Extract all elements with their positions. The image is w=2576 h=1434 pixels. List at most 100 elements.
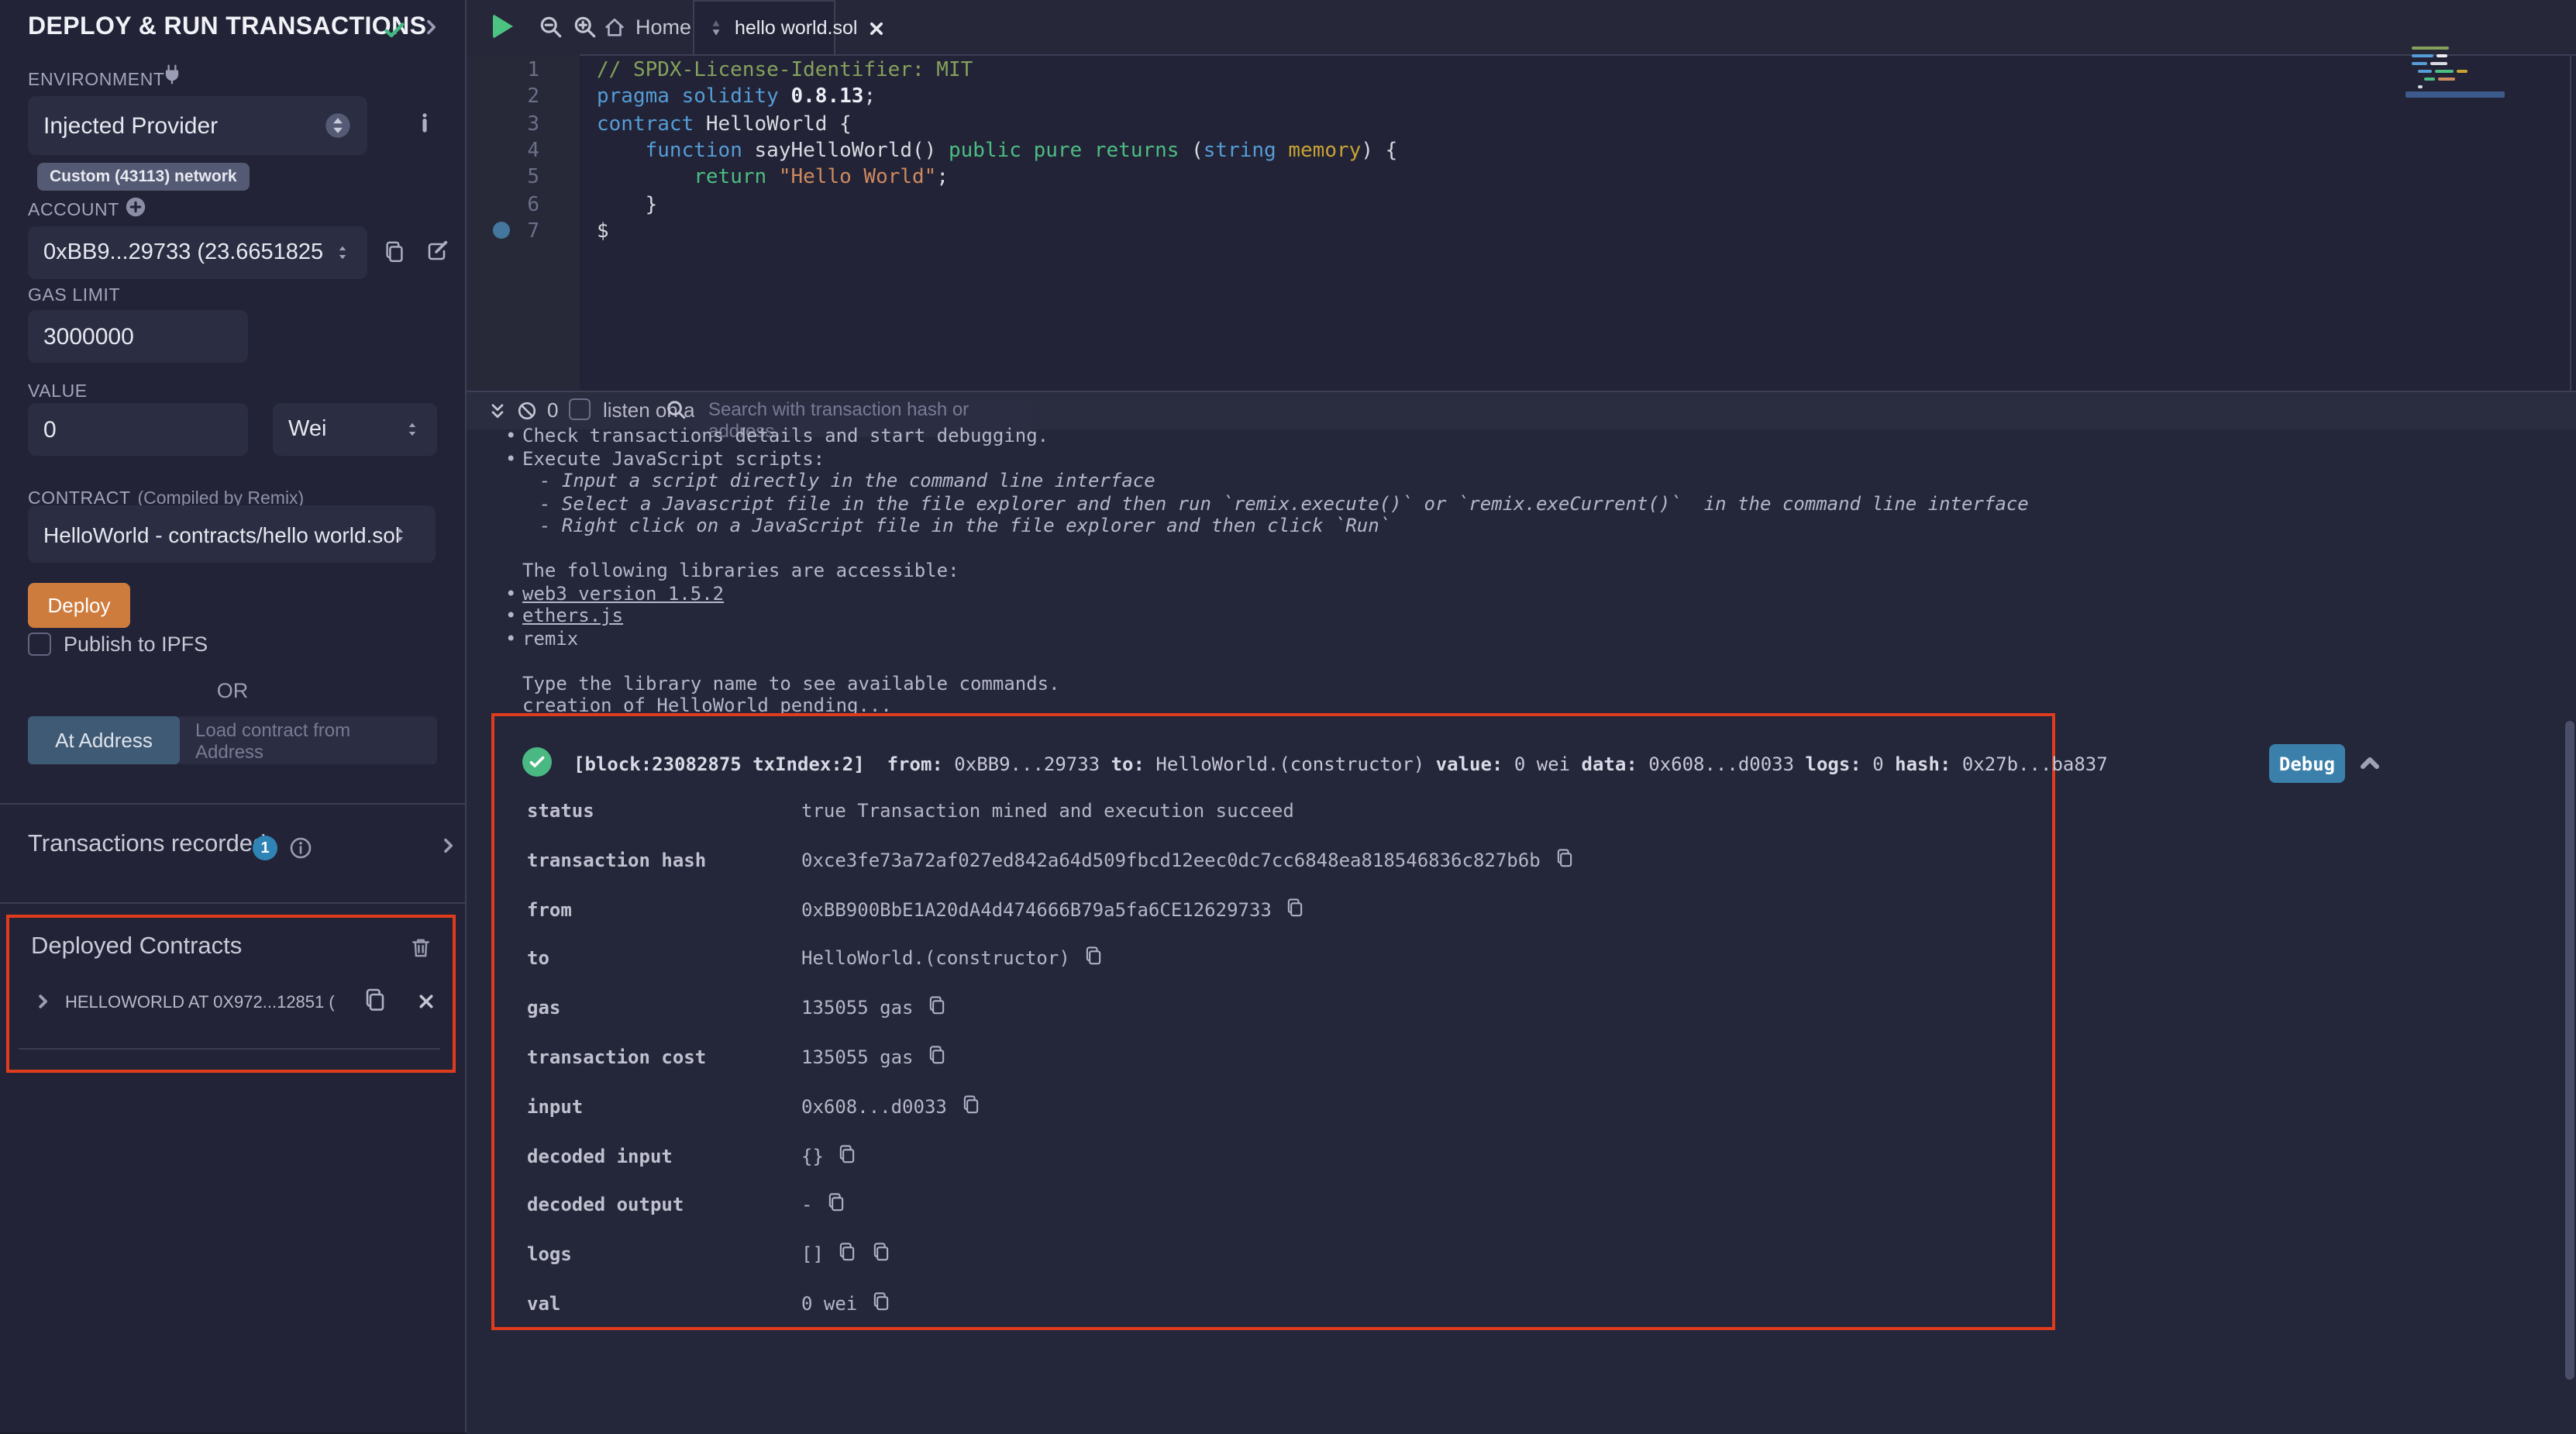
transaction-row-value: HelloWorld.(constructor) (801, 948, 1070, 970)
copy-icon[interactable] (928, 1045, 948, 1065)
code-editor: Home hello world.sol 1 // SPDX-License-Id… (467, 0, 2576, 391)
gas-limit-input[interactable]: 3000000 (28, 310, 248, 363)
plug-icon (161, 64, 183, 85)
transactions-info-icon[interactable] (288, 836, 313, 860)
contract-select[interactable]: HelloWorld - contracts/hello world.sol (28, 505, 436, 563)
line-number[interactable]: 4 (467, 138, 539, 165)
terminal-text: Check transactions details and start deb… (522, 425, 1049, 446)
terminal-link[interactable]: web3 version 1.5.2 (522, 582, 724, 604)
close-tab-x-icon[interactable] (868, 19, 885, 36)
transaction-row: logs[] (527, 1243, 2015, 1293)
at-address-input[interactable]: Load contract from Address (180, 716, 437, 764)
transaction-row-label: logs (527, 1243, 801, 1265)
transaction-row-value: [] (801, 1243, 824, 1265)
copy-icon[interactable] (838, 1143, 858, 1163)
select-updown-icon (324, 112, 352, 140)
line-number[interactable]: 3 (467, 111, 539, 138)
terminal-link[interactable]: ethers.js (522, 605, 623, 626)
transaction-row-label: status (527, 800, 801, 822)
transaction-row-label: from (527, 898, 801, 920)
terminal-log: •Check transactions details and start de… (505, 425, 2029, 717)
vertical-scrollbar[interactable] (2565, 721, 2574, 1380)
zoom-out-icon[interactable] (538, 14, 564, 40)
line-number[interactable]: 6 (467, 191, 539, 219)
at-address-button[interactable]: At Address (28, 716, 180, 764)
item-divider (19, 1048, 440, 1050)
code-text: function sayHelloWorld() public pure ret… (597, 138, 1397, 165)
copy-icon[interactable] (928, 995, 948, 1015)
copy-icon[interactable] (961, 1094, 981, 1115)
transactions-expand-chevron-icon[interactable] (439, 836, 459, 856)
transaction-row-value: 0xce3fe73a72af027ed842a64d509fbcd12eec0d… (801, 850, 1541, 871)
copy-icon[interactable] (826, 1193, 846, 1213)
code-line: 5 return "Hello World"; (467, 164, 2576, 191)
deploy-button[interactable]: Deploy (28, 583, 130, 628)
breakpoint-dot[interactable] (493, 222, 510, 239)
collapse-terminal-chevrons-icon[interactable] (488, 402, 507, 422)
transactions-recorded-label: Transactions recorded (28, 831, 266, 859)
tab-hello-world-sol[interactable]: hello world.sol (693, 0, 835, 54)
panel-collapse-chevron-icon[interactable] (422, 17, 442, 37)
code-text: // SPDX-License-Identifier: MIT (597, 57, 973, 84)
terminal-line: •ethers.js (505, 605, 2029, 627)
transaction-row-label: decoded output (527, 1194, 801, 1216)
deploy-run-panel: DEPLOY & RUN TRANSACTIONS ENVIRONMENT In… (0, 0, 467, 1432)
copy-icon[interactable] (1555, 848, 1575, 868)
copy-icon[interactable] (872, 1242, 892, 1262)
line-number[interactable]: 1 (467, 57, 539, 84)
listen-transactions-checkbox[interactable] (569, 398, 591, 420)
solidity-file-icon (707, 17, 725, 39)
or-divider: OR (0, 679, 465, 702)
line-number[interactable]: 2 (467, 84, 539, 112)
debug-button[interactable]: Debug (2269, 744, 2345, 783)
trash-icon[interactable] (409, 936, 432, 960)
run-script-play-icon[interactable] (493, 14, 513, 39)
copy-account-icon[interactable] (383, 240, 406, 264)
contract-expand-chevron-icon[interactable] (34, 992, 53, 1011)
transaction-row-label: decoded input (527, 1145, 801, 1167)
transaction-row-label: transaction hash (527, 850, 801, 871)
publish-ipfs-checkbox[interactable] (28, 633, 51, 656)
transaction-row: decoded input{} (527, 1145, 2015, 1194)
line-number[interactable]: 5 (467, 164, 539, 191)
copy-icon[interactable] (871, 1291, 891, 1312)
value-input[interactable]: 0 (28, 403, 248, 456)
home-tab-label: Home (635, 16, 691, 39)
transaction-row-value: 135055 gas (801, 997, 914, 1019)
environment-select[interactable]: Injected Provider (28, 96, 367, 155)
copy-contract-icon[interactable] (363, 988, 387, 1012)
account-select[interactable]: 0xBB9...29733 (23.6651825 (28, 226, 367, 279)
code-text: contract HelloWorld { (597, 111, 852, 138)
transaction-row: val0 wei (527, 1293, 2015, 1343)
tab-home[interactable]: Home (603, 0, 691, 54)
editor-scroll-rail (2570, 54, 2571, 391)
remove-contract-x-icon[interactable] (417, 992, 436, 1011)
zoom-in-icon[interactable] (572, 14, 598, 40)
editor-minimap[interactable] (2406, 43, 2505, 124)
environment-info-icon[interactable] (412, 110, 437, 135)
transaction-row: toHelloWorld.(constructor) (527, 948, 2015, 998)
terminal-text: - Right click on a JavaScript file in th… (539, 515, 1390, 536)
terminal-line: - Input a script directly in the command… (505, 470, 2029, 492)
section-divider-2 (0, 902, 465, 904)
account-spinner-icon (333, 242, 352, 264)
transaction-row-value: true Transaction mined and execution suc… (801, 800, 1294, 822)
code-text: } (597, 191, 657, 219)
copy-icon[interactable] (1286, 897, 1306, 917)
add-account-icon[interactable] (124, 195, 147, 219)
collapse-block-chevron-up-icon[interactable] (2357, 750, 2382, 775)
transaction-row-label: transaction cost (527, 1046, 801, 1068)
clear-console-ban-icon[interactable] (516, 400, 538, 422)
terminal-line (505, 537, 2029, 560)
terminal-text: - Input a script directly in the command… (539, 470, 1155, 491)
transaction-summary[interactable]: [block:23082875 txIndex:2] from: 0xBB9..… (573, 753, 2108, 775)
account-value: 0xBB9...29733 (23.6651825 (43, 240, 323, 265)
code-line: 3 contract HelloWorld { (467, 111, 2576, 138)
copy-icon[interactable] (1084, 946, 1104, 967)
terminal-line: •web3 version 1.5.2 (505, 582, 2029, 605)
deployed-contract-item[interactable]: HELLOWORLD AT 0X972...12851 ( (65, 994, 335, 1012)
value-unit-select[interactable]: Wei (273, 403, 437, 456)
copy-icon[interactable] (838, 1242, 858, 1262)
terminal-text: - Select a Javascript file in the file e… (539, 492, 2029, 514)
edit-account-icon[interactable] (425, 239, 449, 264)
